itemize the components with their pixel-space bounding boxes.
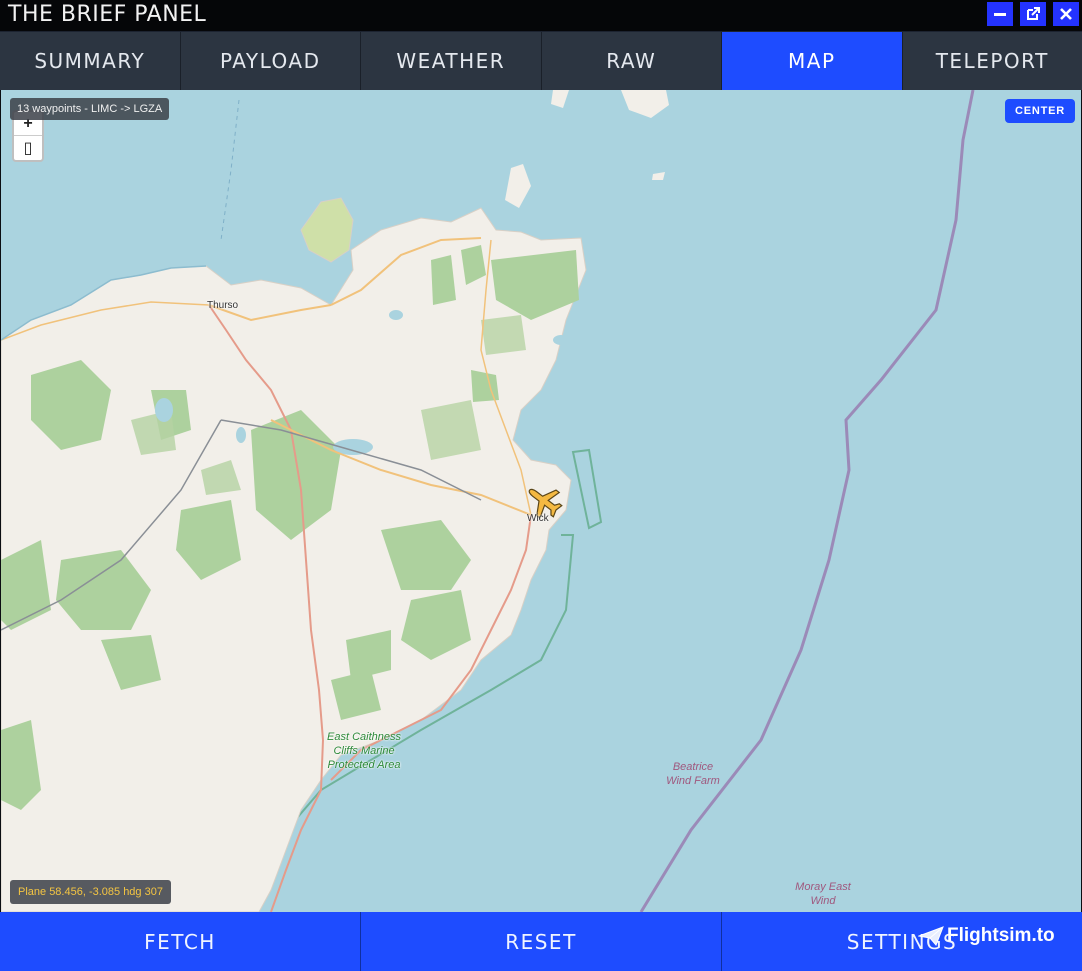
tab-teleport[interactable]: TELEPORT [903,32,1082,90]
reset-button[interactable]: RESET [361,912,722,971]
map-canvas[interactable] [1,90,1081,912]
close-button[interactable] [1053,2,1079,26]
label-east-caithness: East Caithness Cliffs Marine Protected A… [327,731,401,771]
island-skerry [652,172,665,180]
minimize-button[interactable] [987,2,1013,26]
label-thurso: Thurso [207,300,239,311]
ferry-route [220,99,240,241]
tab-weather[interactable]: WEATHER [361,32,542,90]
label-moray: Moray East Wind [795,881,851,907]
title-bar: THE BRIEF PANEL [0,0,1082,32]
marine-area-boundary-2 [571,448,603,530]
label-wick: Wick [527,513,549,524]
popout-icon [1027,7,1040,20]
tab-bar: SUMMARY PAYLOAD WEATHER RAW MAP TELEPORT [0,32,1082,90]
tab-raw[interactable]: RAW [542,32,722,90]
paper-plane-icon [918,926,944,946]
zoom-out-button[interactable]: ▯ [14,136,42,160]
label-beatrice: Beatrice Wind Farm [666,761,720,787]
dunnet-head [300,197,354,263]
plane-info: Plane 58.456, -3.085 hdg 307 [10,880,171,904]
popout-button[interactable] [1020,2,1046,26]
island-north [621,90,669,118]
watermark-text: Flightsim.to [947,925,1055,946]
window-title: THE BRIEF PANEL [8,2,207,27]
maritime-boundary [639,90,975,912]
center-button[interactable]: CENTER [1005,99,1075,123]
map-view[interactable]: Thurso Wick East Caithness Cliffs Marine… [1,90,1081,912]
watermark: Flightsim.to [918,925,1055,947]
minimize-icon [994,13,1006,16]
tab-payload[interactable]: PAYLOAD [181,32,361,90]
fetch-button[interactable]: FETCH [0,912,361,971]
island-stroma [505,164,531,208]
tab-summary[interactable]: SUMMARY [0,32,181,90]
island-small [551,90,569,108]
close-icon [1060,8,1072,20]
waypoints-label: 13 waypoints - LIMC -> LGZA [10,98,170,120]
tab-map[interactable]: MAP [722,32,903,90]
